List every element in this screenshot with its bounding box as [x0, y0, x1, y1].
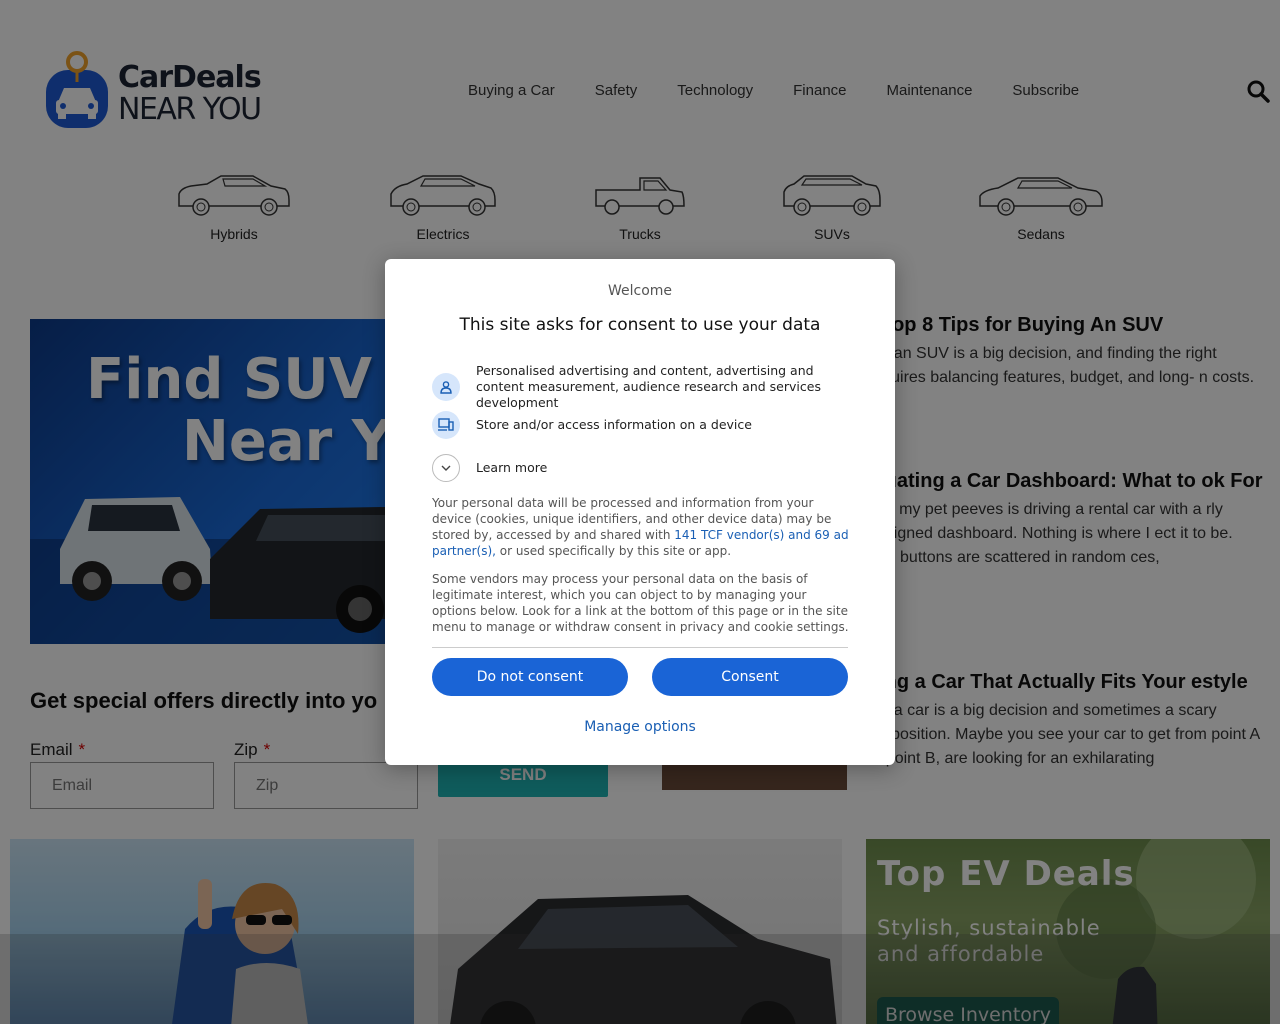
purpose-text: Store and/or access information on a dev…	[476, 417, 752, 432]
do-not-consent-button[interactable]: Do not consent	[432, 658, 628, 696]
consent-paragraph-2: Some vendors may process your personal d…	[432, 572, 849, 634]
bottom-ad-bar	[0, 934, 1280, 1024]
consent-paragraph-1: Your personal data will be processed and…	[432, 495, 850, 559]
dialog-divider	[432, 647, 848, 648]
manage-options-link[interactable]: Manage options	[385, 719, 895, 735]
consent-welcome: Welcome	[607, 283, 673, 299]
devices-icon	[432, 411, 460, 439]
person-icon	[432, 373, 460, 401]
learn-more-label[interactable]: Learn more	[476, 460, 846, 476]
purpose-text: Personalised advertising and content, ad…	[476, 363, 821, 410]
learn-more-toggle[interactable]: Learn more	[432, 454, 846, 482]
consent-title: This site asks for consent to use your d…	[459, 315, 821, 335]
purpose-store-access: Store and/or access information on a dev…	[432, 411, 846, 439]
chevron-down-icon[interactable]	[432, 454, 460, 482]
consent-text: or used specifically by this site or app…	[495, 544, 732, 558]
consent-dialog: Welcome This site asks for consent to us…	[385, 259, 895, 765]
consent-button[interactable]: Consent	[652, 658, 848, 696]
purpose-personalised-ads: Personalised advertising and content, ad…	[432, 363, 846, 411]
